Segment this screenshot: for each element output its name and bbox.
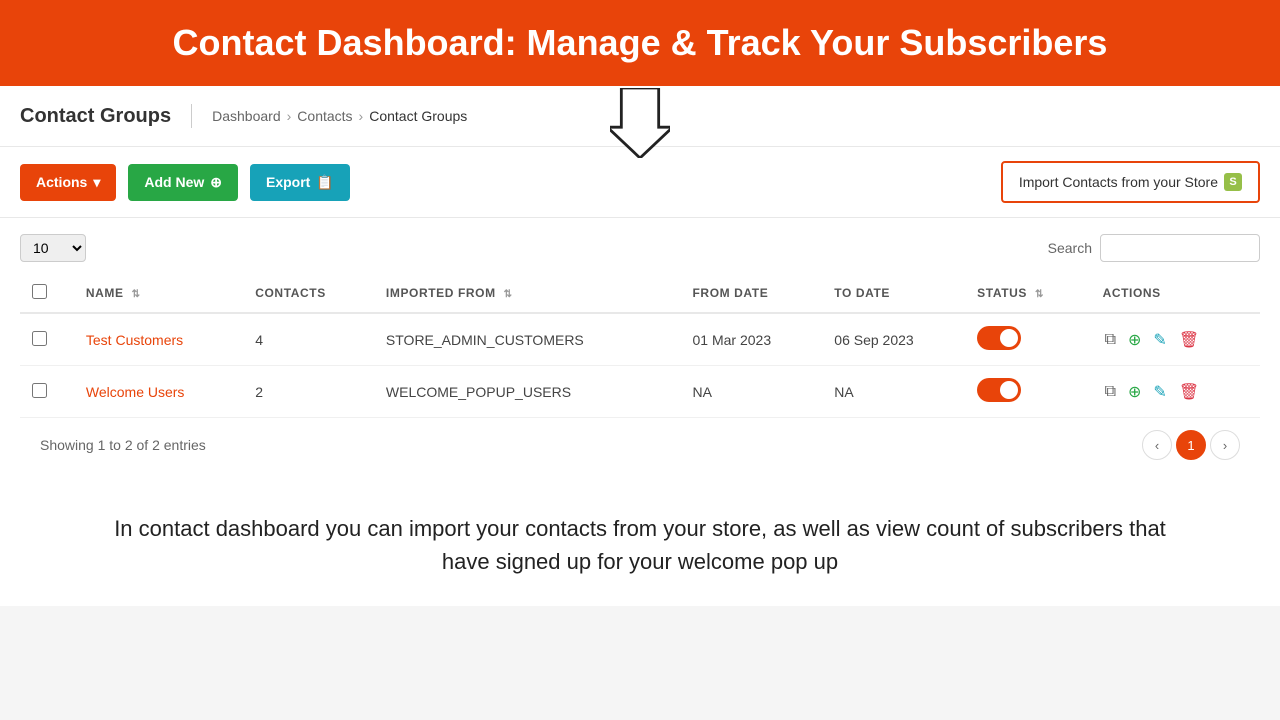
table-body: Test Customers 4 STORE_ADMIN_CUSTOMERS 0…: [20, 313, 1260, 418]
next-page-button[interactable]: ›: [1210, 430, 1240, 460]
row2-select[interactable]: [32, 383, 47, 398]
import-contacts-button[interactable]: Import Contacts from your Store S: [1001, 161, 1260, 203]
breadcrumb-divider: [191, 104, 192, 128]
pagination-bar: Showing 1 to 2 of 2 entries ‹ 1 ›: [20, 418, 1260, 468]
sort-name-icon: ⇅: [132, 289, 141, 300]
search-input[interactable]: [1100, 234, 1260, 262]
row1-toggle[interactable]: [977, 326, 1021, 350]
actions-chevron-icon: ▾: [93, 174, 100, 191]
per-page-dropdown[interactable]: 10 25 50: [20, 234, 86, 262]
prev-page-button[interactable]: ‹: [1142, 430, 1172, 460]
table-row: Welcome Users 2 WELCOME_POPUP_USERS NA N…: [20, 366, 1260, 418]
contacts-table: NAME ⇅ CONTACTS IMPORTED FROM ⇅ FROM DAT…: [20, 274, 1260, 418]
export-label: Export: [266, 174, 310, 190]
row1-copy-icon[interactable]: ⧉: [1103, 329, 1118, 351]
row1-delete-icon[interactable]: 🗑: [1177, 328, 1201, 352]
row1-actions: ⧉ ⊕ ✎ 🗑: [1091, 313, 1260, 366]
row1-checkbox[interactable]: [20, 313, 74, 366]
row2-contacts: 2: [243, 366, 374, 418]
row1-imported-from: STORE_ADMIN_CUSTOMERS: [374, 313, 681, 366]
breadcrumb: Dashboard › Contacts › Contact Groups: [212, 108, 467, 124]
sort-imported-icon: ⇅: [504, 289, 513, 300]
arrow-indicator: [610, 88, 670, 163]
export-button[interactable]: Export 📋: [250, 164, 350, 201]
shopify-icon: S: [1224, 173, 1242, 191]
row2-checkbox[interactable]: [20, 366, 74, 418]
sort-status-icon: ⇅: [1035, 289, 1044, 300]
row2-actions: ⧉ ⊕ ✎ 🗑: [1091, 366, 1260, 418]
col-checkbox: [20, 274, 74, 313]
row2-to-date: NA: [822, 366, 965, 418]
row2-actions-cell: ⧉ ⊕ ✎ 🗑: [1103, 380, 1248, 404]
row1-add-icon[interactable]: ⊕: [1126, 328, 1143, 352]
breadcrumb-contacts[interactable]: Contacts: [297, 108, 352, 124]
col-status[interactable]: STATUS ⇅: [965, 274, 1090, 313]
header-banner: Contact Dashboard: Manage & Track Your S…: [0, 0, 1280, 86]
add-new-label: Add New: [144, 174, 204, 190]
breadcrumb-sep2: ›: [359, 108, 364, 124]
actions-button[interactable]: Actions ▾: [20, 164, 116, 201]
breadcrumb-sep1: ›: [287, 108, 292, 124]
row1-status[interactable]: [965, 313, 1090, 366]
page-1-button[interactable]: 1: [1176, 430, 1206, 460]
add-new-button[interactable]: Add New ⊕: [128, 164, 238, 201]
row1-from-date: 01 Mar 2023: [681, 313, 823, 366]
row2-delete-icon[interactable]: 🗑: [1177, 380, 1201, 404]
pagination-controls: ‹ 1 ›: [1142, 430, 1240, 460]
per-page-select[interactable]: 10 25 50: [20, 234, 86, 262]
table-header-row: NAME ⇅ CONTACTS IMPORTED FROM ⇅ FROM DAT…: [20, 274, 1260, 313]
row1-to-date: 06 Sep 2023: [822, 313, 965, 366]
select-all-checkbox[interactable]: [32, 284, 47, 299]
table-controls: 10 25 50 Search: [20, 234, 1260, 262]
col-name[interactable]: NAME ⇅: [74, 274, 243, 313]
row2-add-icon[interactable]: ⊕: [1126, 380, 1143, 404]
row2-name[interactable]: Welcome Users: [74, 366, 243, 418]
row2-imported-from: WELCOME_POPUP_USERS: [374, 366, 681, 418]
row1-name[interactable]: Test Customers: [74, 313, 243, 366]
search-box: Search: [1048, 234, 1260, 262]
row2-toggle[interactable]: [977, 378, 1021, 402]
col-imported-from[interactable]: IMPORTED FROM ⇅: [374, 274, 681, 313]
row1-select[interactable]: [32, 331, 47, 346]
row1-toggle-slider: [977, 326, 1021, 350]
col-actions: ACTIONS: [1091, 274, 1260, 313]
showing-text: Showing 1 to 2 of 2 entries: [40, 437, 206, 453]
row2-toggle-slider: [977, 378, 1021, 402]
footer-text-content: In contact dashboard you can import your…: [114, 516, 1166, 574]
col-from-date: FROM DATE: [681, 274, 823, 313]
breadcrumb-current: Contact Groups: [369, 108, 467, 124]
row2-status[interactable]: [965, 366, 1090, 418]
export-icon: 📋: [316, 174, 333, 191]
col-to-date: TO DATE: [822, 274, 965, 313]
page-title: Contact Groups: [20, 105, 171, 128]
footer-description: In contact dashboard you can import your…: [0, 484, 1280, 606]
breadcrumb-dashboard[interactable]: Dashboard: [212, 108, 281, 124]
row1-contacts: 4: [243, 313, 374, 366]
table-container: 10 25 50 Search: [0, 218, 1280, 484]
search-label: Search: [1048, 240, 1092, 256]
import-label: Import Contacts from your Store: [1019, 174, 1218, 190]
col-contacts: CONTACTS: [243, 274, 374, 313]
row2-copy-icon[interactable]: ⧉: [1103, 381, 1118, 403]
table-row: Test Customers 4 STORE_ADMIN_CUSTOMERS 0…: [20, 313, 1260, 366]
row1-edit-icon[interactable]: ✎: [1151, 328, 1168, 352]
row2-from-date: NA: [681, 366, 823, 418]
row1-actions-cell: ⧉ ⊕ ✎ 🗑: [1103, 328, 1248, 352]
add-new-icon: ⊕: [210, 174, 222, 191]
header-title: Contact Dashboard: Manage & Track Your S…: [0, 22, 1280, 64]
actions-label: Actions: [36, 174, 87, 190]
row2-edit-icon[interactable]: ✎: [1151, 380, 1168, 404]
